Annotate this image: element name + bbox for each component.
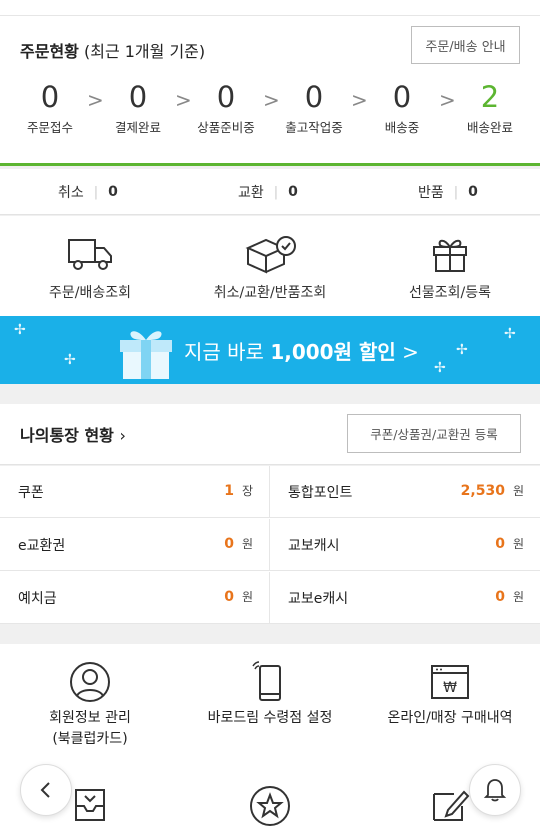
wallet-item-deposit[interactable]: 예치금 0원 [0,572,270,624]
quick-links: 주문/배송조회 취소/교환/반품조회 선물조회/등록 [0,216,540,316]
star-circle-icon [250,786,290,826]
inbox-icon [75,789,105,821]
favorites-link[interactable] [180,776,360,831]
bell-icon [483,779,507,802]
step-delivered[interactable]: 2 배송완료 [446,80,534,136]
gift-box-icon [120,331,172,379]
back-button[interactable] [20,764,72,816]
claim-exchange[interactable]: 교환 | 0 [238,169,298,215]
wallet-item-e-voucher[interactable]: e교환권 0원 [0,519,270,571]
box-return-icon [245,236,296,274]
back-chevron-icon [40,782,50,798]
top-strip [0,0,540,16]
banner-text: 지금 바로 1,000원 할인 > [184,340,419,364]
sparkle-icon: ✢ [434,360,446,376]
notification-button[interactable] [469,764,521,816]
sparkle-icon: ✢ [64,352,76,368]
order-guide-button[interactable]: 주문/배송 안내 [411,26,520,64]
wallet-item-coupon[interactable]: 쿠폰 1장 [0,466,270,518]
wallet-title-link[interactable]: 나의통장 현황 › [20,422,126,446]
won-receipt-icon: ₩ [431,665,469,699]
wallet-grid: 쿠폰 1장 통합포인트 2,530 원 e교환권 0원 교보캐시 0원 예치금 0… [0,466,540,624]
wallet-item-kyobo-cash[interactable]: 교보캐시 0원 [270,519,540,571]
sparkle-icon: ✢ [504,326,516,342]
step-payment-complete[interactable]: 0 결제완료 [94,80,182,136]
gift-icon [433,239,467,272]
user-circle-icon [70,662,110,702]
order-status-section: 주문현황 (최근 1개월 기준) 주문/배송 안내 0 주문접수 > 0 결제완… [0,16,540,166]
claim-cancel[interactable]: 취소 | 0 [58,169,118,215]
claims-row: 취소 | 0 교환 | 0 반품 | 0 [0,169,540,215]
wallet-item-points[interactable]: 통합포인트 2,530 원 [270,466,540,518]
quick-order-tracking[interactable]: 주문/배송조회 [0,216,180,316]
sparkle-icon: ✢ [456,342,468,358]
wallet-item-kyobo-ecash[interactable]: 교보e캐시 0원 [270,572,540,624]
purchase-history-link[interactable]: ₩ 온라인/매장 구매내역 [360,644,540,764]
step-order-received[interactable]: 0 주문접수 [6,80,94,136]
sparkle-icon: ✢ [14,322,26,338]
order-steps: 0 주문접수 > 0 결제완료 > 0 상품준비중 > 0 출고작업중 > 0 … [0,80,540,140]
step-shipping-prep[interactable]: 0 출고작업중 [270,80,358,136]
discount-banner[interactable]: ✢ ✢ ✢ ✢ ✢ 지금 바로 1,000원 할인 > [0,316,540,384]
pickup-store-setting-link[interactable]: 바로드림 수령점 설정 [180,644,360,764]
quick-cancel-exchange-return[interactable]: 취소/교환/반품조회 [180,216,360,316]
step-in-delivery[interactable]: 0 배송중 [358,80,446,136]
step-preparing[interactable]: 0 상품준비중 [182,80,270,136]
quick-gift[interactable]: 선물조회/등록 [360,216,540,316]
svg-text:₩: ₩ [443,680,457,696]
order-status-title: 주문현황 (최근 1개월 기준) [20,42,206,61]
smartphone-icon [252,661,281,701]
truck-icon [68,239,112,270]
claim-return[interactable]: 반품 | 0 [418,169,478,215]
wallet-header: 나의통장 현황 › 쿠폰/상품권/교환권 등록 [0,404,540,465]
member-menu: 회원정보 관리 (북클럽카드) 바로드림 수령점 설정 ₩ 온라인/매장 구매내역 [0,644,540,831]
member-info-link[interactable]: 회원정보 관리 (북클럽카드) [0,644,180,764]
write-icon [433,790,470,821]
coupon-register-button[interactable]: 쿠폰/상품권/교환권 등록 [347,414,521,453]
